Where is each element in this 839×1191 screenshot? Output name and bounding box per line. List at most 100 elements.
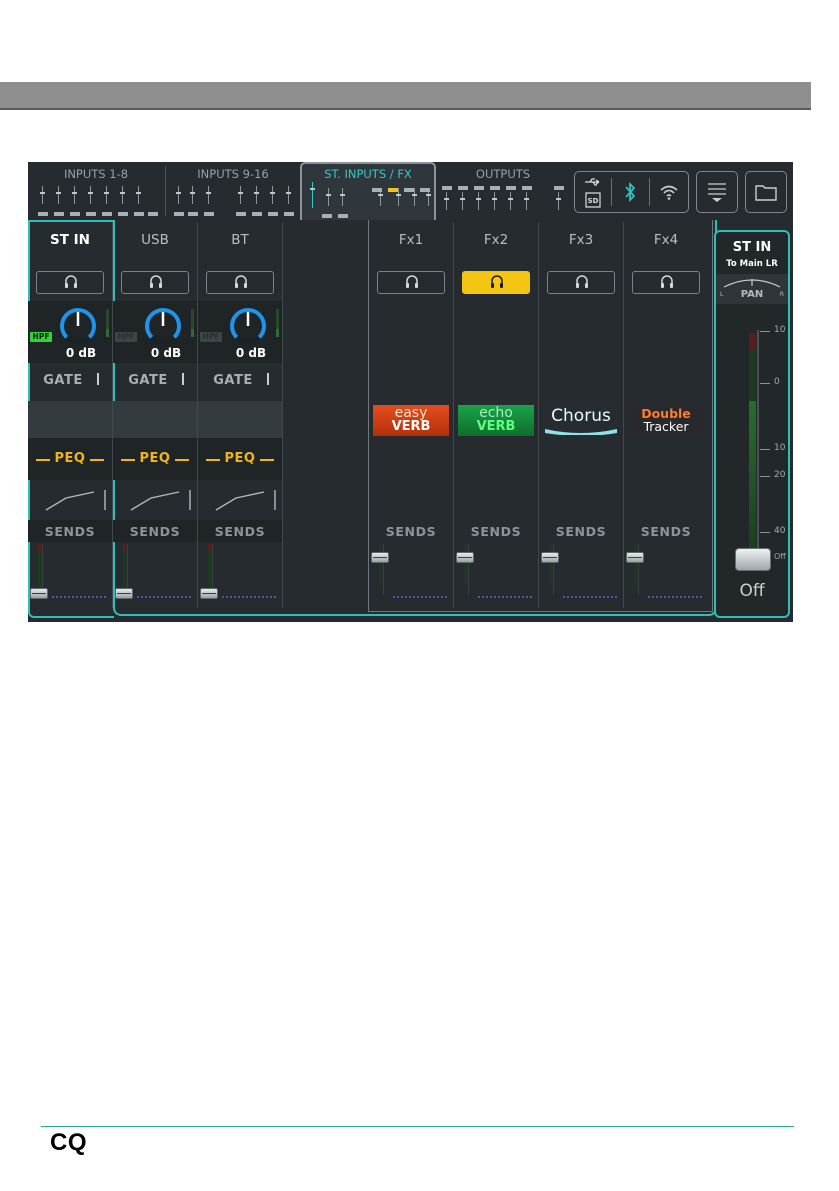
channel-name[interactable]: ST IN <box>28 232 112 248</box>
scale-label: 10 <box>774 325 786 335</box>
fader-cap[interactable] <box>371 552 389 563</box>
scale-label: 10 <box>774 443 786 453</box>
level-meter <box>634 544 637 584</box>
channel-strip-usb[interactable]: USB HPF 0 dB GATE PEQ SENDS <box>113 222 197 608</box>
insert-slot[interactable] <box>28 401 112 438</box>
sends-section[interactable]: SENDS <box>454 520 538 542</box>
sends-section[interactable]: SENDS <box>113 520 197 542</box>
master-fader-cap[interactable] <box>735 548 771 571</box>
hpf-indicator[interactable]: HPF <box>200 332 222 342</box>
fx-fader[interactable] <box>369 542 453 608</box>
master-strip[interactable]: ST IN To Main LR L PAN R 10 0 10 20 40 O… <box>714 230 790 618</box>
sends-label: SENDS <box>640 524 692 539</box>
insert-slot[interactable] <box>113 401 197 438</box>
peq-section[interactable]: PEQ <box>28 438 112 480</box>
channel-name[interactable]: BT <box>198 232 282 248</box>
fader-track <box>212 544 213 594</box>
menu-button[interactable] <box>696 171 738 213</box>
fx-type-bottom: Tracker <box>643 419 689 434</box>
sends-section[interactable]: SENDS <box>369 520 453 542</box>
pan-right-label: R <box>779 291 784 298</box>
listen-button[interactable] <box>36 271 104 294</box>
fx-strip-fx3[interactable]: Fx3 Chorus SENDS <box>539 222 623 608</box>
peq-section[interactable]: PEQ <box>198 438 282 480</box>
gain-section[interactable]: HPF 0 dB <box>28 301 112 363</box>
fx-type-badge[interactable]: echo VERB <box>458 405 534 436</box>
headphone-icon <box>65 275 77 288</box>
channel-fader[interactable] <box>28 542 112 608</box>
insert-slot[interactable] <box>198 401 282 438</box>
compressor-section[interactable] <box>28 480 112 520</box>
gain-meter <box>106 309 109 337</box>
gain-knob[interactable] <box>58 306 98 346</box>
fx-type-badge[interactable]: Chorus <box>543 405 619 436</box>
folder-button[interactable] <box>745 171 787 213</box>
compressor-curve-icon <box>215 490 276 511</box>
listen-button[interactable] <box>547 271 615 294</box>
sends-section[interactable]: SENDS <box>198 520 282 542</box>
level-meter <box>208 544 211 592</box>
sends-label: SENDS <box>470 524 522 539</box>
compressor-section[interactable] <box>113 480 197 520</box>
fader-cap[interactable] <box>115 588 133 599</box>
fx-fader[interactable] <box>624 542 708 608</box>
tab-inputs-9-16[interactable]: INPUTS 9-16 <box>166 162 300 220</box>
tab-label: OUTPUTS <box>475 167 531 181</box>
pan-control[interactable]: L PAN R <box>716 274 788 304</box>
hpf-indicator[interactable]: HPF <box>115 332 137 342</box>
listen-button[interactable] <box>632 271 700 294</box>
fx-fader[interactable] <box>454 542 538 608</box>
fader-cap[interactable] <box>541 552 559 563</box>
fx-strip-fx4[interactable]: Fx4 Double Tracker SENDS <box>624 222 708 608</box>
channel-strip-st-in[interactable]: ST IN HPF 0 dB GATE PEQ SENDS <box>28 222 112 608</box>
scale-label: Off <box>774 552 786 561</box>
listen-button[interactable] <box>206 271 274 294</box>
fx-name[interactable]: Fx4 <box>624 232 708 248</box>
sends-section[interactable]: SENDS <box>539 520 623 542</box>
sends-section[interactable]: SENDS <box>624 520 708 542</box>
peq-section[interactable]: PEQ <box>113 438 197 480</box>
master-destination[interactable]: To Main LR <box>716 259 788 269</box>
tab-inputs-1-8[interactable]: INPUTS 1-8 <box>28 162 164 220</box>
sends-section[interactable]: SENDS <box>28 520 112 542</box>
channel-name[interactable]: USB <box>113 232 197 248</box>
send-level-dots <box>563 596 618 598</box>
gate-section[interactable]: GATE <box>113 363 197 401</box>
fader-cap[interactable] <box>456 552 474 563</box>
fader-cap[interactable] <box>30 588 48 599</box>
compressor-section[interactable] <box>198 480 282 520</box>
headphone-icon <box>576 275 588 288</box>
fx-name[interactable]: Fx3 <box>539 232 623 248</box>
fader-cap[interactable] <box>200 588 218 599</box>
tab-label: INPUTS 1-8 <box>63 167 129 181</box>
footer-divider <box>41 1126 794 1127</box>
fx-type-badge[interactable]: easy VERB <box>373 405 449 436</box>
fx-name[interactable]: Fx2 <box>454 232 538 248</box>
fx-strip-fx1[interactable]: Fx1 easy VERB SENDS <box>369 222 453 608</box>
scale-label: 40 <box>774 526 786 536</box>
fader-track <box>127 544 128 594</box>
channel-fader[interactable] <box>113 542 197 608</box>
gate-section[interactable]: GATE <box>28 363 112 401</box>
fx-name[interactable]: Fx1 <box>369 232 453 248</box>
fader-cap[interactable] <box>626 552 644 563</box>
gate-section[interactable]: GATE <box>198 363 282 401</box>
fx-strip-fx2[interactable]: Fx2 echo VERB SENDS <box>454 222 538 608</box>
listen-button[interactable] <box>462 271 530 294</box>
listen-button[interactable] <box>377 271 445 294</box>
listen-button[interactable] <box>121 271 189 294</box>
tab-label: ST. INPUTS / FX <box>324 167 412 181</box>
channel-strip-bt[interactable]: BT HPF 0 dB GATE PEQ SENDS <box>198 222 282 608</box>
tab-label: INPUTS 9-16 <box>197 167 269 181</box>
gain-section[interactable]: HPF 0 dB <box>198 301 282 363</box>
status-icons[interactable]: SD <box>574 171 689 213</box>
hpf-indicator[interactable]: HPF <box>30 332 52 342</box>
fx-type-badge[interactable]: Double Tracker <box>628 405 704 436</box>
fx-fader[interactable] <box>539 542 623 608</box>
gain-section[interactable]: HPF 0 dB <box>113 301 197 363</box>
gain-knob[interactable] <box>228 306 268 346</box>
tab-outputs[interactable]: OUTPUTS <box>438 162 568 220</box>
channel-fader[interactable] <box>198 542 282 608</box>
tab-st-inputs-fx[interactable]: ST. INPUTS / FX <box>300 162 436 220</box>
gain-knob[interactable] <box>143 306 183 346</box>
